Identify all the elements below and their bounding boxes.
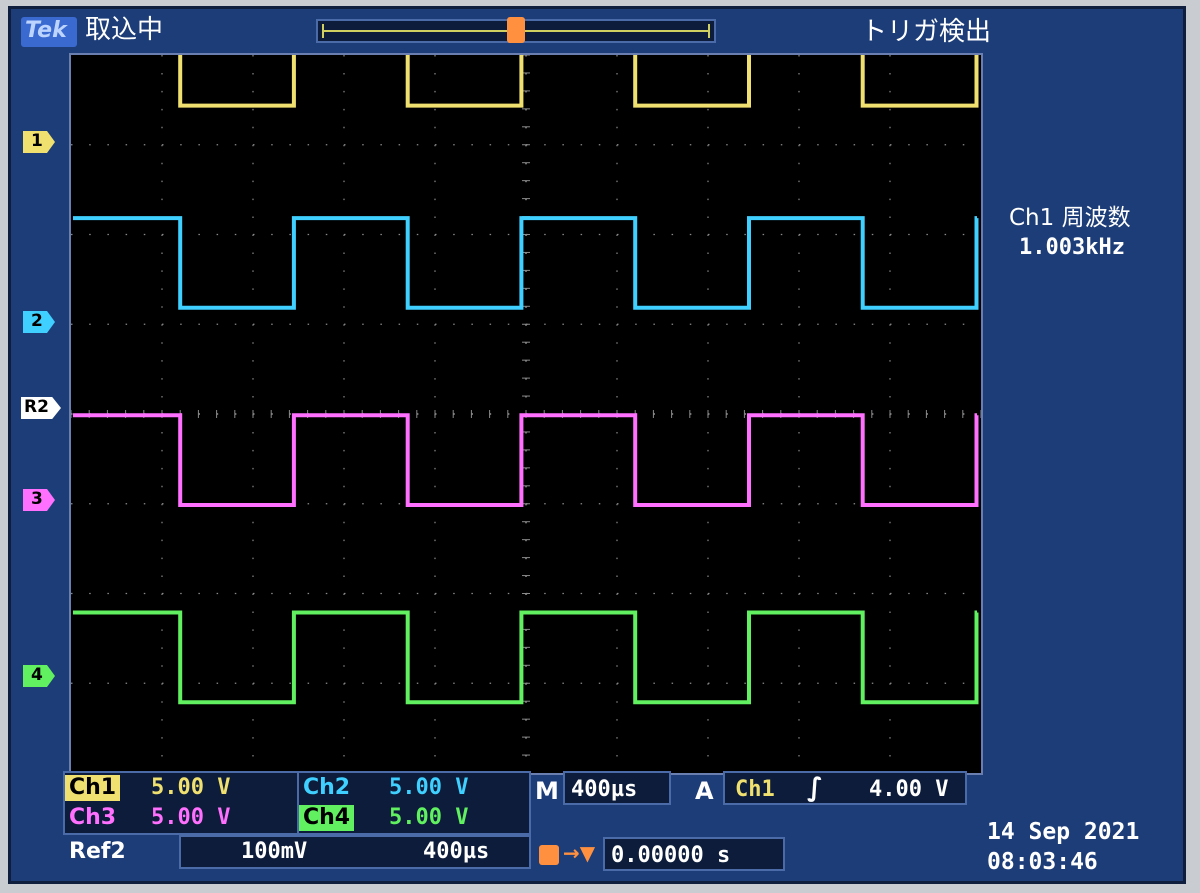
- ref2-volts[interactable]: 100mV: [241, 839, 307, 864]
- oscilloscope-screen: Tek 取込中 トリガ検出 T 1 2 R2 3 4 Ch1 周波数 1.003…: [8, 6, 1186, 884]
- ch3-ground-marker[interactable]: 3: [23, 489, 55, 511]
- ch1-ground-marker[interactable]: 1: [23, 131, 55, 153]
- measurement-value: 1.003kHz: [1019, 235, 1125, 260]
- measurement-label: Ch1 周波数: [1009, 205, 1131, 231]
- timebase-label: M: [535, 777, 559, 805]
- ch2-ground-marker[interactable]: 2: [23, 311, 55, 333]
- ch4-scale[interactable]: 5.00 V: [389, 805, 468, 830]
- position-arrow-icon: →▼: [563, 841, 596, 865]
- trigger-label: A: [695, 777, 714, 805]
- brand-badge: Tek: [21, 17, 77, 47]
- trigger-level[interactable]: 4.00 V: [869, 777, 948, 802]
- ch3-scale[interactable]: 5.00 V: [151, 805, 230, 830]
- trace-ch2: [73, 216, 979, 310]
- position-value[interactable]: 0.00000 s: [611, 843, 730, 868]
- brand-label: Tek: [25, 18, 67, 43]
- ch1-marker-label: 1: [31, 131, 43, 151]
- date-readout: 14 Sep 2021: [987, 819, 1140, 845]
- ch4-ground-marker[interactable]: 4: [23, 665, 55, 687]
- ch2-marker-label: 2: [31, 311, 43, 331]
- trace-ch1: [178, 55, 979, 108]
- ch4-label[interactable]: Ch4: [299, 805, 355, 832]
- trace-ch3: [73, 413, 979, 507]
- ch3-label[interactable]: Ch3: [65, 805, 120, 831]
- waveform-display: [71, 55, 981, 773]
- trace-ch4: [73, 610, 979, 705]
- rising-edge-icon: ∫: [807, 773, 823, 803]
- graticule: [69, 53, 983, 775]
- record-trigger-marker: [507, 17, 525, 43]
- time-readout: 08:03:46: [987, 849, 1098, 875]
- ref2-marker[interactable]: R2: [21, 397, 61, 419]
- horizontal-position-icon: [539, 845, 559, 865]
- ch1-scale[interactable]: 5.00 V: [151, 775, 230, 800]
- record-bar-right-cap: [708, 24, 710, 38]
- trigger-status: トリガ検出: [861, 17, 992, 47]
- ch4-marker-label: 4: [31, 665, 43, 685]
- timebase-value[interactable]: 400µs: [571, 777, 637, 802]
- ch1-label[interactable]: Ch1: [65, 775, 121, 802]
- trigger-source[interactable]: Ch1: [735, 777, 775, 802]
- acquisition-status: 取込中: [85, 15, 164, 45]
- record-bar-left-cap: [322, 24, 324, 38]
- ch2-scale[interactable]: 5.00 V: [389, 775, 468, 800]
- ch2-label[interactable]: Ch2: [299, 775, 354, 801]
- ref2-time[interactable]: 400µs: [423, 839, 489, 864]
- ch3-marker-label: 3: [31, 489, 43, 509]
- ref2-label[interactable]: Ref2: [69, 839, 126, 864]
- ref2-marker-label: R2: [24, 397, 49, 417]
